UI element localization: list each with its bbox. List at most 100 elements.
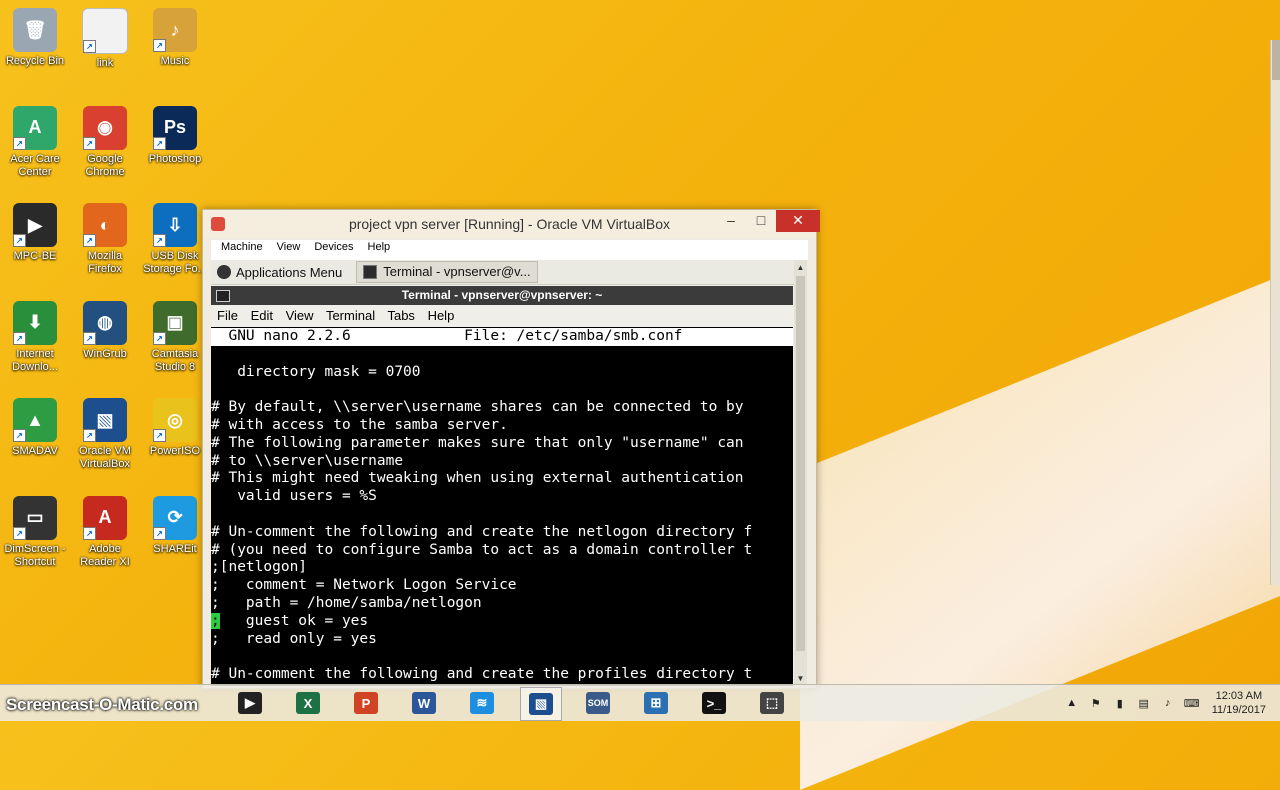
text-line: # Un-comment the following and create th… [211, 523, 753, 540]
cmd-icon: >_ [702, 692, 726, 714]
desktop-icon[interactable]: ⟳ ↗ SHAREit [140, 495, 210, 556]
terminal-menubar: File Edit View Terminal Tabs Help [211, 305, 793, 327]
minimize-button[interactable]: – [716, 210, 746, 232]
applications-menu-button[interactable]: Applications Menu [211, 265, 348, 280]
shortcut-arrow-icon: ↗ [83, 526, 96, 540]
desktop-icon[interactable]: ♪ ↗ Music [140, 8, 210, 68]
desktop-icon[interactable]: ▭ ↗ DimScreen - Shortcut [0, 495, 70, 569]
text-line [211, 381, 793, 399]
desktop-icon-image: Ps ↗ [153, 105, 197, 150]
desktop-icon-image: ▣ ↗ [153, 300, 197, 345]
menu-terminal[interactable]: Terminal [326, 308, 375, 323]
tray-overflow-icon[interactable]: ▲ [1064, 697, 1080, 709]
terminal-screen[interactable]: GNU nano 2.2.6 File: /etc/samba/smb.conf… [211, 327, 793, 683]
mouse-logo-icon [217, 265, 231, 279]
desktop-icon-label: Music [160, 55, 190, 67]
maximize-button[interactable]: □ [746, 210, 776, 232]
guest-display[interactable]: Applications Menu Terminal - vpnserver@v… [211, 260, 807, 686]
desktop-icon[interactable]: A ↗ Acer Care Center [0, 105, 70, 179]
window-title-bar[interactable]: project vpn server [Running] - Oracle VM… [203, 210, 820, 238]
taskbar-terminal-label: Terminal - vpnserver@v... [383, 264, 531, 279]
menu-file[interactable]: File [217, 308, 238, 323]
text-line [211, 648, 793, 666]
shortcut-arrow-icon: ↗ [83, 136, 96, 150]
menu-view[interactable]: View [286, 308, 314, 323]
shortcut-arrow-icon: ↗ [153, 429, 166, 442]
network-icon[interactable]: ▤ [1136, 697, 1152, 710]
desktop-icon[interactable]: Ps ↗ Photoshop [140, 105, 210, 166]
som-icon: SOM [586, 692, 610, 714]
taskbar-app-network[interactable]: ⊞ [636, 687, 676, 719]
desktop-scrollbar-thumb[interactable] [1272, 40, 1280, 80]
desktop-icon-label: USB Disk Storage Fo... [143, 250, 207, 275]
terminal-window[interactable]: Terminal - vpnserver@vpnserver: ~ File E… [211, 286, 793, 686]
desktop-icon-label: Google Chrome [85, 152, 125, 178]
menu-view[interactable]: View [277, 241, 301, 253]
shortcut-arrow-icon: ↗ [83, 40, 96, 53]
virtualbox-icon: ▧ [529, 693, 553, 715]
battery-icon[interactable]: ▮ [1112, 697, 1128, 710]
desktop-icon[interactable]: ◎ ↗ PowerISO [140, 398, 210, 458]
clock-date: 11/19/2017 [1211, 704, 1266, 716]
watermark: Screencast-O-Matic.com [6, 695, 198, 714]
taskbar-app-word[interactable]: W [404, 687, 444, 719]
shortcut-arrow-icon: ↗ [153, 331, 166, 345]
scroll-up-icon[interactable]: ▲ [795, 262, 806, 273]
xfce-panel: Applications Menu Terminal - vpnserver@v… [211, 260, 807, 285]
keyboard-icon[interactable]: ⌨ [1184, 697, 1200, 710]
shortcut-arrow-icon: ↗ [83, 234, 96, 247]
taskbar-terminal-button[interactable]: Terminal - vpnserver@v... [356, 261, 538, 283]
menu-help[interactable]: Help [368, 241, 391, 253]
taskbar-app-mpc-be[interactable]: ▶ [230, 687, 270, 719]
flag-icon[interactable]: ⚑ [1088, 697, 1104, 710]
text-line: # (you need to configure Samba to act as… [211, 541, 753, 558]
desktop-icon[interactable]: ▣ ↗ Camtasia Studio 8 [140, 300, 210, 374]
vbox-menubar: Machine View Devices Help [211, 240, 808, 260]
clock[interactable]: 12:03 AM 11/19/2017 [1212, 689, 1266, 717]
taskbar-app-virtualbox[interactable]: ▧ [520, 687, 562, 721]
desktop-icon-image: ⇩ ↗ [153, 203, 197, 247]
shortcut-arrow-icon: ↗ [13, 234, 26, 247]
shortcut-arrow-icon: ↗ [83, 429, 96, 442]
desktop-icon[interactable]: ◍ ↗ WinGrub [70, 300, 140, 361]
taskbar-app-cmd[interactable]: >_ [694, 687, 734, 719]
desktop-icon[interactable]: ◐ ↗ Mozilla Firefox [70, 203, 140, 276]
wifi-icon: ≋ [470, 692, 494, 714]
desktop-icon[interactable]: ◉ ↗ Google Chrome [70, 105, 140, 179]
desktop-icon[interactable]: ▶ ↗ MPC-BE [0, 203, 70, 263]
menu-tabs[interactable]: Tabs [387, 308, 414, 323]
terminal-title-bar[interactable]: Terminal - vpnserver@vpnserver: ~ [211, 286, 793, 305]
text-line [211, 506, 793, 524]
desktop-scrollbar[interactable] [1270, 40, 1280, 585]
close-button[interactable]: ✕ [776, 210, 820, 232]
desktop-icon[interactable]: ▲ ↗ SMADAV [0, 398, 70, 458]
desktop-icon[interactable]: A ↗ Adobe Reader XI [70, 495, 140, 569]
terminal-title: Terminal - vpnserver@vpnserver: ~ [401, 288, 603, 302]
text-cursor: ; [211, 612, 220, 629]
desktop-icon[interactable]: ↗ link [70, 8, 140, 70]
desktop-icon[interactable]: ⇩ ↗ USB Disk Storage Fo... [140, 203, 210, 276]
menu-machine[interactable]: Machine [221, 241, 263, 253]
desktop-icon-label: link [96, 57, 114, 69]
taskbar-app-powerpoint[interactable]: P [346, 687, 386, 719]
text-line: # to \\server\username [211, 452, 404, 469]
menu-edit[interactable]: Edit [251, 308, 273, 323]
desktop-icon-label: SHAREit [153, 542, 197, 555]
volume-icon[interactable]: ♪ [1160, 697, 1176, 709]
network-icon: ⊞ [644, 692, 668, 714]
taskbar-app-wifi[interactable]: ≋ [462, 687, 502, 719]
scroll-down-icon[interactable]: ▼ [795, 673, 806, 684]
taskbar-app-excel[interactable]: X [288, 687, 328, 719]
menu-help[interactable]: Help [428, 308, 455, 323]
guest-scrollbar-thumb[interactable] [796, 276, 805, 651]
taskbar-app-snip[interactable]: ⬚ [752, 687, 792, 719]
menu-devices[interactable]: Devices [314, 241, 353, 253]
desktop-icon-label: Oracle VM VirtualBox [79, 445, 131, 470]
text-line: # This might need tweaking when using ex… [211, 470, 744, 487]
desktop-icon[interactable]: ▧ ↗ Oracle VM VirtualBox [70, 398, 140, 471]
desktop-icon[interactable]: 🗑 Recycle Bin [0, 8, 70, 68]
desktop-icon[interactable]: ⬇ ↗ Internet Downlo... [0, 300, 70, 374]
guest-scrollbar[interactable]: ▲ ▼ [794, 260, 807, 686]
taskbar-app-som[interactable]: SOM [578, 687, 618, 719]
shortcut-arrow-icon: ↗ [153, 39, 166, 52]
